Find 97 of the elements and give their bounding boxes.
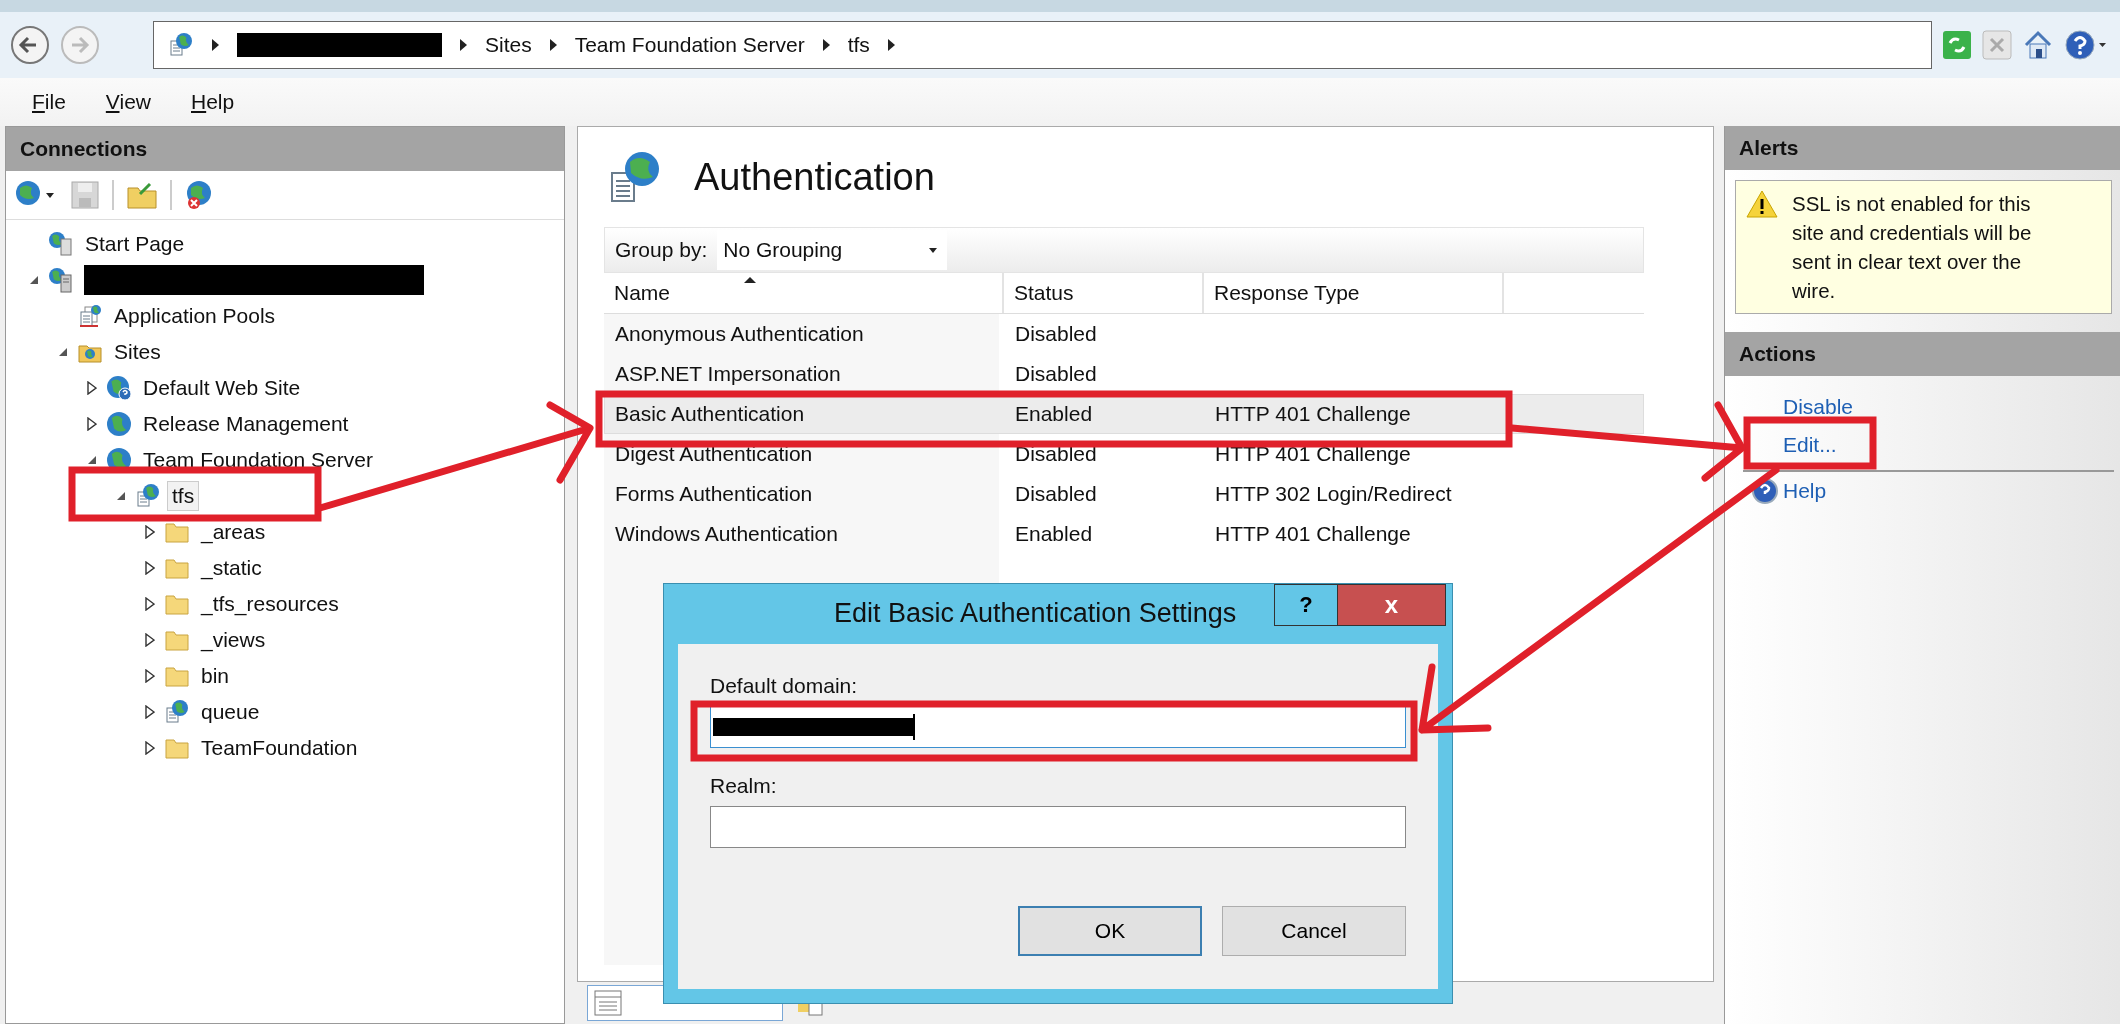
page-globe-icon xyxy=(135,483,161,509)
address-bar[interactable]: Sites Team Foundation Server tfs xyxy=(153,21,1932,69)
tree-item[interactable]: Sites xyxy=(109,337,166,367)
breadcrumb[interactable]: tfs xyxy=(847,33,870,57)
page-globe-icon xyxy=(168,32,194,58)
table-cell-text: Disabled xyxy=(1014,322,1098,346)
field-label: Default domain: xyxy=(710,673,859,698)
table-cell-text: HTTP 401 Challenge xyxy=(1214,442,1412,466)
breadcrumb-arrow-icon[interactable] xyxy=(460,39,467,51)
table-row[interactable]: Basic Authentication Enabled HTTP 401 Challenge xyxy=(604,394,1644,434)
tree-item[interactable]: _areas xyxy=(196,517,271,547)
back-button[interactable] xyxy=(8,23,52,67)
tree-item[interactable]: Default Web Site xyxy=(138,373,306,403)
tree-item[interactable]: Release Management xyxy=(138,409,354,439)
dialog-button[interactable]: OK xyxy=(1018,906,1202,956)
table-cell-text: Anonymous Authentication xyxy=(614,322,865,346)
collapsed-arrow-icon[interactable] xyxy=(145,705,155,719)
home-icon[interactable] xyxy=(2022,29,2054,61)
table-cell-text: Windows Authentication xyxy=(614,522,839,546)
table-cell-text: Basic Authentication xyxy=(614,402,806,426)
expanded-arrow-icon[interactable] xyxy=(58,347,68,357)
breadcrumb-arrow-icon[interactable] xyxy=(549,39,557,51)
breadcrumb-arrow-icon[interactable] xyxy=(212,39,219,51)
collapsed-arrow-icon[interactable] xyxy=(145,669,155,683)
page-globe-icon xyxy=(164,699,190,725)
table-cell-text: Disabled xyxy=(1014,442,1098,466)
table-cell-text: HTTP 401 Challenge xyxy=(1214,522,1412,546)
table-row[interactable]: Digest Authentication Disabled HTTP 401 Challenge xyxy=(604,434,1644,474)
collapsed-arrow-icon[interactable] xyxy=(145,633,155,647)
collapsed-arrow-icon[interactable] xyxy=(145,597,155,611)
pages-icon xyxy=(77,303,103,329)
globe-icon xyxy=(106,375,132,401)
collapsed-arrow-icon[interactable] xyxy=(87,417,97,431)
table-cell-text: ASP.NET Impersonation xyxy=(614,362,842,386)
table-row[interactable]: Windows Authentication Enabled HTTP 401 Challenge xyxy=(604,514,1644,554)
tree-item[interactable]: _tfs_resources xyxy=(196,589,344,619)
panel-header: Actions xyxy=(1725,332,2120,376)
expanded-arrow-icon[interactable] xyxy=(29,275,39,285)
help-button[interactable]: ? xyxy=(1274,584,1338,626)
collapsed-arrow-icon[interactable] xyxy=(145,741,155,755)
menu-item[interactable]: Help xyxy=(191,90,235,114)
table-cell-text: HTTP 401 Challenge xyxy=(1214,402,1412,426)
table-cell-text: HTTP 302 Login/Redirect xyxy=(1214,482,1453,506)
tree-item[interactable]: tfs xyxy=(167,481,200,511)
table-cell-text: Disabled xyxy=(1014,362,1098,386)
table-cell-text: Forms Authentication xyxy=(614,482,814,506)
tree-item[interactable]: Application Pools xyxy=(109,301,281,331)
column-header[interactable]: Response Type xyxy=(1204,273,1504,313)
server-icon xyxy=(48,267,74,293)
table-icon xyxy=(594,990,622,1016)
warning-icon xyxy=(1746,189,1778,219)
table-cell-text: Digest Authentication xyxy=(614,442,814,466)
breadcrumb-arrow-icon[interactable] xyxy=(822,39,830,51)
input-field[interactable] xyxy=(710,806,1406,848)
tree-item[interactable]: bin xyxy=(196,661,235,691)
table-cell-text: Enabled xyxy=(1014,522,1094,546)
tree-item[interactable]: _static xyxy=(196,553,267,583)
column-header[interactable]: Name xyxy=(604,273,1004,313)
table-cell-text: Disabled xyxy=(1014,482,1098,506)
panel-header: Alerts xyxy=(1725,126,2120,170)
column-header[interactable]: Status xyxy=(1004,273,1204,313)
page-title: Authentication xyxy=(694,155,935,199)
collapsed-arrow-icon[interactable] xyxy=(145,561,155,575)
collapsed-arrow-icon[interactable] xyxy=(87,381,97,395)
field-label: Realm: xyxy=(710,773,778,798)
help-icon[interactable] xyxy=(2064,29,2108,61)
tree-item[interactable]: TeamFoundation xyxy=(196,733,363,763)
close-button[interactable]: x xyxy=(1338,584,1446,626)
folder-icon[interactable] xyxy=(126,180,158,210)
table-row[interactable]: Anonymous Authentication Disabled xyxy=(604,314,1644,354)
start-page-icon xyxy=(48,231,74,257)
collapsed-arrow-icon[interactable] xyxy=(145,525,155,539)
tree-item[interactable]: queue xyxy=(196,697,265,727)
alert-message: SSL is not enabled for this site and credentials will be sent in clear text over the wire. xyxy=(1792,191,2033,304)
group-by-label: Group by: xyxy=(615,238,708,262)
table-row[interactable]: ASP.NET Impersonation Disabled xyxy=(604,354,1644,394)
input-field[interactable] xyxy=(710,706,1406,748)
breadcrumb[interactable]: Team Foundation Server xyxy=(574,33,805,57)
expanded-arrow-icon[interactable] xyxy=(116,491,126,501)
dialog-title: Edit Basic Authentication Settings xyxy=(834,598,1237,629)
tree-item[interactable]: Start Page xyxy=(80,229,190,259)
expanded-arrow-icon[interactable] xyxy=(87,455,97,465)
breadcrumb-arrow-icon[interactable] xyxy=(887,39,895,51)
breadcrumb[interactable]: Sites xyxy=(485,33,532,57)
table-row[interactable]: Forms Authentication Disabled HTTP 302 Login/Redirect xyxy=(604,474,1644,514)
action-link[interactable]: Disable xyxy=(1783,395,1854,419)
action-link[interactable]: Help xyxy=(1783,479,1827,503)
globe-icon xyxy=(106,411,132,437)
menu-item[interactable]: View xyxy=(105,90,151,114)
table-cell-text: Enabled xyxy=(1014,402,1094,426)
panel-header: Connections xyxy=(6,127,564,171)
tree-item[interactable]: _views xyxy=(196,625,271,655)
menu-item[interactable]: File xyxy=(32,90,66,114)
action-link[interactable]: Edit... xyxy=(1783,433,1837,457)
tree-item[interactable]: Team Foundation Server xyxy=(138,445,378,475)
dialog-button[interactable]: Cancel xyxy=(1222,906,1406,956)
refresh-icon[interactable] xyxy=(1942,30,1972,60)
